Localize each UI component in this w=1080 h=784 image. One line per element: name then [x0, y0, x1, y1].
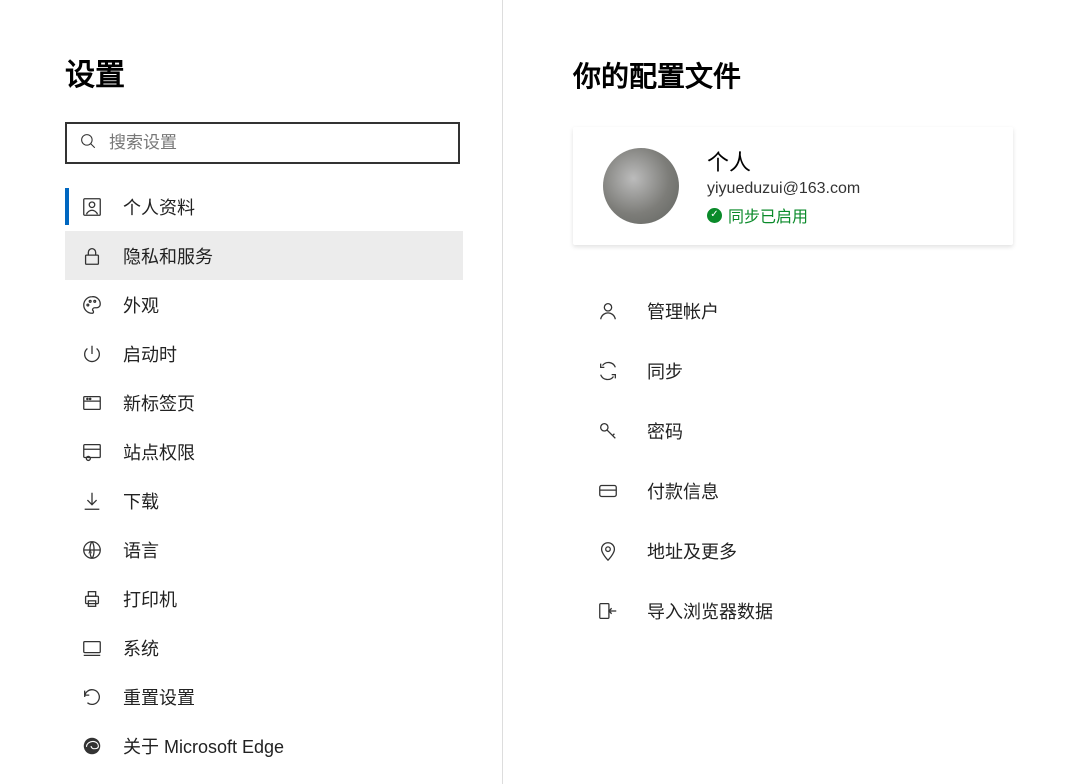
option-passwords[interactable]: 密码	[573, 401, 1013, 461]
printer-icon	[81, 588, 103, 610]
nav-item-profile[interactable]: 个人资料	[65, 182, 463, 231]
power-icon	[81, 343, 103, 365]
profile-icon	[81, 196, 103, 218]
nav-item-label: 个人资料	[123, 194, 195, 220]
nav-item-printers[interactable]: 打印机	[65, 574, 463, 623]
search-icon	[79, 132, 97, 155]
import-icon	[597, 600, 619, 622]
nav-item-reset[interactable]: 重置设置	[65, 672, 463, 721]
nav-item-label: 系统	[123, 635, 159, 661]
sync-status: 同步已启用	[728, 203, 808, 227]
profile-card[interactable]: 个人 yiyueduzui@163.com ✓ 同步已启用	[573, 127, 1013, 245]
nav-item-appearance[interactable]: 外观	[65, 280, 463, 329]
newtab-icon	[81, 392, 103, 414]
option-import[interactable]: 导入浏览器数据	[573, 581, 1013, 641]
search-input[interactable]	[109, 133, 446, 153]
option-addresses[interactable]: 地址及更多	[573, 521, 1013, 581]
system-icon	[81, 637, 103, 659]
person-icon	[597, 300, 619, 322]
nav-item-downloads[interactable]: 下载	[65, 476, 463, 525]
nav-item-label: 外观	[123, 292, 159, 318]
nav-item-label: 关于 Microsoft Edge	[123, 733, 284, 759]
option-manage-account[interactable]: 管理帐户	[573, 281, 1013, 341]
lock-icon	[81, 245, 103, 267]
location-icon	[597, 540, 619, 562]
nav-item-newtab[interactable]: 新标签页	[65, 378, 463, 427]
nav-item-label: 新标签页	[123, 390, 195, 416]
nav-item-label: 隐私和服务	[123, 243, 213, 269]
nav-item-about[interactable]: 关于 Microsoft Edge	[65, 721, 463, 770]
nav-item-languages[interactable]: A 语言	[65, 525, 463, 574]
settings-nav: 个人资料 隐私和服务 外观 启动时 新标签页	[65, 182, 463, 770]
page-title: 设置	[65, 50, 462, 94]
nav-item-startup[interactable]: 启动时	[65, 329, 463, 378]
option-label: 密码	[647, 418, 683, 444]
nav-item-label: 下载	[123, 488, 159, 514]
language-icon: A	[81, 539, 103, 561]
check-icon: ✓	[707, 208, 722, 223]
key-icon	[597, 420, 619, 442]
settings-sidebar: 设置 个人资料 隐私和服务 外观	[0, 0, 503, 784]
profile-name: 个人	[707, 145, 860, 177]
profile-options: 管理帐户 同步 密码 付款信息 地址及更多	[573, 281, 1013, 641]
palette-icon	[81, 294, 103, 316]
option-label: 管理帐户	[647, 298, 719, 324]
nav-item-permissions[interactable]: 站点权限	[65, 427, 463, 476]
download-icon	[81, 490, 103, 512]
reset-icon	[81, 686, 103, 708]
nav-item-label: 重置设置	[123, 684, 195, 710]
nav-item-privacy[interactable]: 隐私和服务	[65, 231, 463, 280]
nav-item-label: 启动时	[123, 341, 177, 367]
profile-info: 个人 yiyueduzui@163.com ✓ 同步已启用	[707, 145, 860, 227]
option-label: 导入浏览器数据	[647, 598, 773, 624]
option-payment[interactable]: 付款信息	[573, 461, 1013, 521]
main-content: 你的配置文件 个人 yiyueduzui@163.com ✓ 同步已启用 管理帐…	[503, 0, 1080, 784]
nav-item-label: 语言	[123, 537, 159, 563]
nav-item-system[interactable]: 系统	[65, 623, 463, 672]
nav-item-label: 站点权限	[123, 439, 195, 465]
search-box[interactable]	[65, 122, 460, 164]
option-label: 地址及更多	[647, 538, 737, 564]
avatar	[603, 148, 679, 224]
card-icon	[597, 480, 619, 502]
profile-email: yiyueduzui@163.com	[707, 180, 860, 198]
sync-icon	[597, 360, 619, 382]
main-title: 你的配置文件	[573, 55, 1080, 95]
option-label: 付款信息	[647, 478, 719, 504]
option-sync[interactable]: 同步	[573, 341, 1013, 401]
option-label: 同步	[647, 358, 683, 384]
permissions-icon	[81, 441, 103, 463]
edge-icon	[81, 735, 103, 757]
svg-text:A: A	[88, 549, 92, 555]
nav-item-label: 打印机	[123, 586, 177, 612]
sync-status-row: ✓ 同步已启用	[707, 203, 860, 227]
